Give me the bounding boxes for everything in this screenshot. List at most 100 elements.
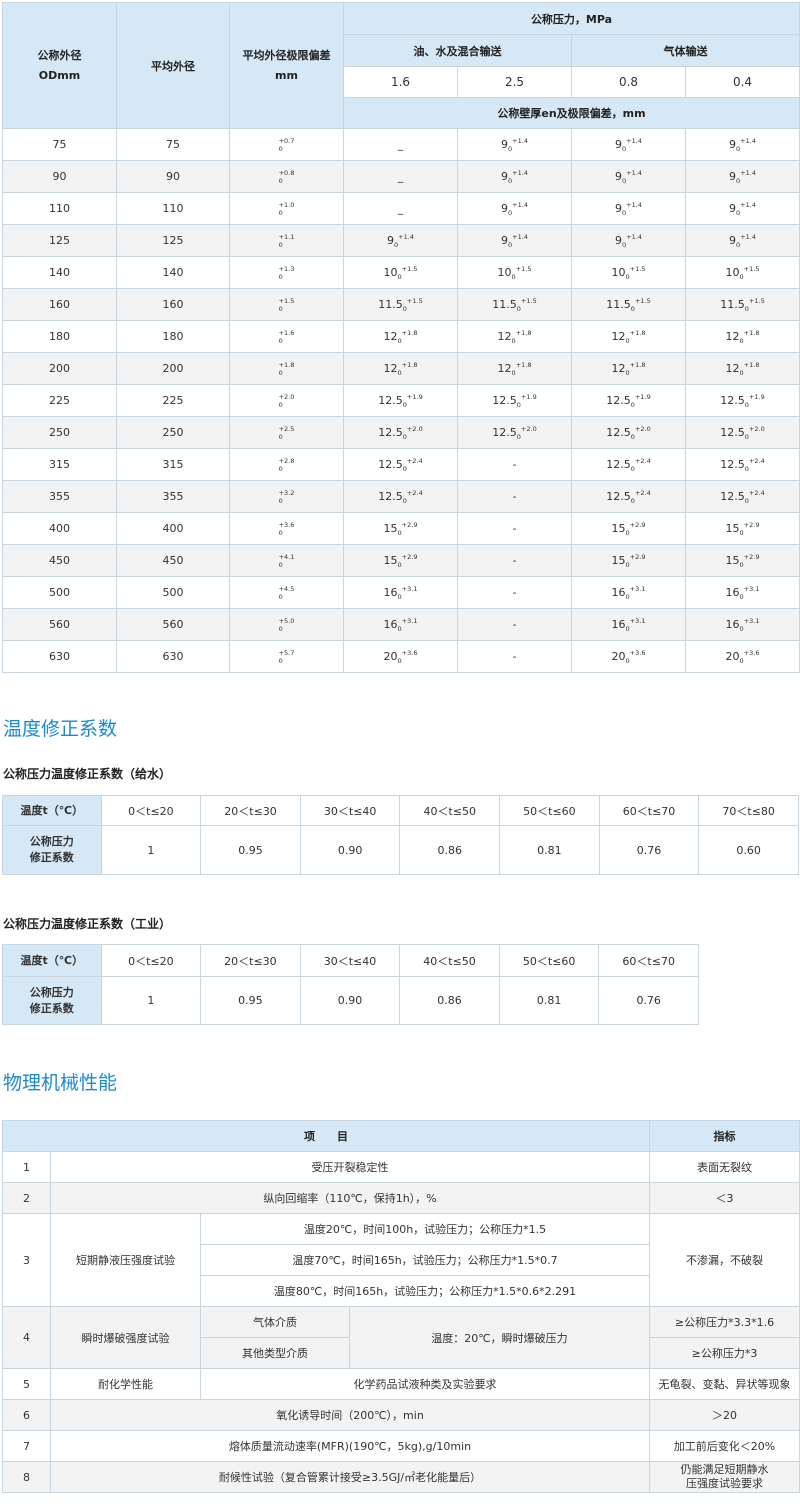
wall-value: 12.5: [606, 425, 631, 439]
wall-upper-deviation: +1.4: [626, 200, 642, 209]
cell-wall-thickness-3: 90+1.4: [571, 192, 686, 225]
wall-upper-deviation: +1.4: [740, 136, 756, 145]
tolerance-lower: 0: [278, 336, 283, 345]
table-row: 225 225 +2.0 0 12.50+1.9 12.50+1.9 12.50+1.9 12…: [2, 384, 800, 417]
cell-wall-thickness-1: 150+2.9: [343, 512, 458, 545]
wall-upper-deviation: +1.8: [629, 360, 646, 369]
cell-tolerance: +2.0 0: [229, 384, 344, 417]
wall-lower-deviation: 0: [736, 176, 741, 185]
wall-value: -: [512, 650, 517, 663]
tolerance-upper: +2.8: [278, 456, 295, 465]
tolerance-lower: 0: [278, 560, 283, 569]
wall-upper-deviation: +1.9: [748, 392, 765, 401]
cell-mean-od: 250: [116, 416, 230, 449]
cell-wall-thickness-3: 100+1.5: [571, 256, 686, 289]
cell-tolerance: +1.3 0: [229, 256, 344, 289]
cell-wall-thickness-1: 160+3.1: [343, 608, 458, 641]
header-wall-thickness: 公称壁厚en及极限偏差，mm: [342, 97, 800, 129]
wall-value: _: [397, 138, 404, 151]
table-row: 450 450 +4.1 0 150+2.9-150+2.9 150+2.9: [2, 544, 800, 577]
cell-od: 110: [2, 192, 117, 225]
wall-lower-deviation: 0: [625, 336, 630, 345]
table-row: 630 630 +5.7 0 200+3.6-200+3.6 200+3.6: [2, 640, 800, 673]
water-correction-factor: 0.95: [200, 825, 301, 875]
wall-lower-deviation: 0: [736, 208, 741, 217]
wall-upper-deviation: +2.4: [748, 456, 765, 465]
cell-mean-od: 450: [116, 544, 230, 577]
tolerance-stack: +1.8 0: [279, 361, 295, 377]
wall-value: 16: [725, 585, 740, 599]
wall-upper-deviation: +1.8: [743, 360, 760, 369]
tolerance-lower: 0: [278, 656, 283, 665]
wall-upper-deviation: +2.0: [406, 424, 423, 433]
cell-wall-thickness-1: 150+2.9: [343, 544, 458, 577]
wall-value: 15: [725, 521, 740, 535]
wall-value: 12.5: [720, 393, 745, 407]
wall-lower-deviation: 0: [511, 368, 516, 377]
cell-wall-thickness-3: 150+2.9: [571, 544, 686, 577]
wall-lower-deviation: 0: [630, 496, 635, 505]
wall-upper-deviation: +1.5: [401, 264, 418, 273]
wall-lower-deviation: 0: [402, 432, 407, 441]
industry-temp-range: 30＜t≤40: [299, 944, 401, 977]
water-temp-range: 0＜t≤20: [100, 795, 202, 826]
tolerance-lower: 0: [278, 240, 283, 249]
wall-value: 20: [725, 649, 740, 663]
wall-value: 9: [501, 201, 509, 215]
wall-value: 9: [729, 233, 737, 247]
cell-mean-od: 355: [116, 480, 230, 513]
tolerance-upper: +1.0: [278, 200, 295, 209]
table-row: 125 125 +1.1 0 90+1.4 90+1.4 90+1.4 90+1.4: [2, 224, 800, 257]
wall-value: 12.5: [378, 489, 403, 503]
wall-lower-deviation: 0: [397, 528, 402, 537]
tolerance-lower: 0: [278, 432, 283, 441]
wall-value: 12.5: [606, 393, 631, 407]
tolerance-stack: +4.5 0: [279, 585, 295, 601]
tolerance-stack: +2.8 0: [279, 457, 295, 473]
row-number: 5: [2, 1368, 51, 1400]
cell-wall-thickness-2: -: [457, 640, 572, 673]
tolerance-upper: +3.6: [278, 520, 295, 529]
wall-lower-deviation: 0: [516, 432, 521, 441]
wall-upper-deviation: +1.4: [626, 136, 642, 145]
wall-value: 11.5: [606, 297, 631, 311]
table-row: 75 75 +0.7 0 _ 90+1.4 90+1.4 90+1.4: [2, 128, 800, 161]
header-pressure-3: 0.8: [571, 66, 686, 98]
cell-wall-thickness-2: -: [457, 544, 572, 577]
tolerance-upper: +1.6: [278, 328, 295, 337]
tolerance-lower: 0: [278, 208, 283, 217]
wall-upper-deviation: +2.9: [401, 520, 418, 529]
hydrostatic-condition-3: 温度80℃，时间165h，试验压力；公称压力*1.5*0.6*2.291: [200, 1275, 650, 1307]
header-pressure-4: 0.4: [684, 66, 800, 98]
wall-lower-deviation: 0: [630, 400, 635, 409]
wall-upper-deviation: +2.4: [634, 488, 651, 497]
header-gas: 气体输送: [570, 34, 800, 67]
table-row: 200 200 +1.8 0 120+1.8 120+1.8 120+1.8 120+1.8: [2, 352, 800, 385]
tolerance-upper: +5.0: [278, 616, 295, 625]
wall-lower-deviation: 0: [516, 400, 521, 409]
index-shrinkage: ＜3: [649, 1182, 800, 1214]
tolerance-stack: +1.6 0: [279, 329, 295, 345]
header-tolerance: 平均外径极限偏差 mm: [229, 2, 344, 129]
wall-value: 12.5: [606, 457, 631, 471]
table-row: 500 500 +4.5 0 160+3.1-160+3.1 160+3.1: [2, 576, 800, 609]
wall-lower-deviation: 0: [397, 592, 402, 601]
wall-lower-deviation: 0: [739, 336, 744, 345]
wall-lower-deviation: 0: [516, 304, 521, 313]
wall-value: -: [512, 458, 517, 471]
wall-upper-deviation: +3.1: [743, 584, 760, 593]
index-chemical: 无龟裂、变黏、异状等现象: [649, 1368, 800, 1400]
industry-temp-range: 60＜t≤70: [598, 944, 699, 977]
wall-value: -: [512, 618, 517, 631]
cell-tolerance: +4.1 0: [229, 544, 344, 577]
tolerance-stack: +3.2 0: [279, 489, 295, 505]
cell-od: 400: [2, 512, 117, 545]
wall-lower-deviation: 0: [739, 368, 744, 377]
water-correction-factor: 0.86: [399, 825, 501, 875]
wall-value: 16: [725, 617, 740, 631]
cell-wall-thickness-1: 120+1.8: [343, 352, 458, 385]
tolerance-upper: +0.7: [278, 136, 295, 145]
tolerance-lower: 0: [278, 496, 283, 505]
cell-tolerance: +1.0 0: [229, 192, 344, 225]
industry-temp-label: 温度t（℃）: [2, 944, 102, 977]
